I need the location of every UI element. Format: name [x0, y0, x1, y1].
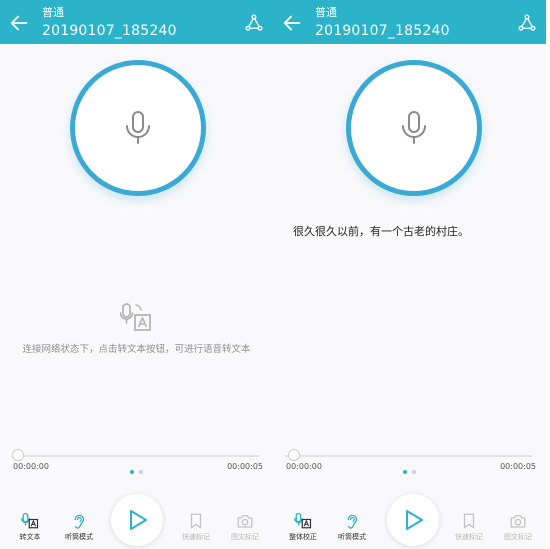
- recording-title: 20190107_185240: [315, 23, 450, 39]
- ear-icon: [347, 514, 358, 529]
- quick-mark-button[interactable]: 快速标记: [172, 512, 220, 542]
- transcript-text[interactable]: 很久很久以前，有一个古老的村庄。: [293, 223, 469, 239]
- app-header: 普通 20190107_185240: [0, 0, 273, 44]
- share-icon[interactable]: [245, 14, 263, 32]
- play-button[interactable]: [387, 494, 439, 546]
- tool-label: 听筒模式: [338, 533, 366, 541]
- app-screens: 普通 20190107_185240 连接网络状态下，点击转文本按钮，可进行语音…: [0, 0, 550, 549]
- camera-icon: [510, 515, 526, 528]
- bookmark-icon: [463, 513, 475, 529]
- page-dot-active: [130, 470, 134, 474]
- recording-screen-right: 普通 20190107_185240 很久很久以前，有一个古老的村庄。 00:0…: [273, 0, 546, 549]
- play-icon: [130, 510, 147, 530]
- convert-hint-text: 连接网络状态下，点击转文本按钮，可进行语音转文本: [22, 344, 251, 355]
- overall-correction-button[interactable]: 整体校正: [279, 512, 327, 542]
- progress-track[interactable]: [285, 455, 532, 457]
- tool-label: 听筒模式: [65, 533, 93, 541]
- page-indicator: [0, 470, 273, 474]
- speech-to-text-icon: [120, 303, 151, 331]
- back-arrow-icon[interactable]: [8, 12, 30, 34]
- earpiece-mode-button[interactable]: 听筒模式: [55, 512, 103, 542]
- camera-icon: [237, 515, 253, 528]
- progress-knob[interactable]: [288, 449, 300, 461]
- recording-title: 20190107_185240: [42, 23, 177, 39]
- progress-knob[interactable]: [12, 449, 24, 461]
- tool-label: 快速标记: [182, 533, 210, 541]
- recording-type: 普通: [315, 6, 337, 19]
- page-dot: [139, 470, 143, 474]
- ear-icon: [74, 514, 85, 529]
- tool-label: 快速标记: [455, 533, 483, 541]
- microphone-icon: [402, 111, 426, 144]
- back-arrow-icon[interactable]: [281, 12, 303, 34]
- record-visual: [346, 60, 482, 196]
- recording-type: 普通: [42, 6, 64, 19]
- bookmark-icon: [190, 513, 202, 529]
- play-button[interactable]: [111, 494, 163, 546]
- page-indicator: [273, 470, 546, 474]
- photo-mark-button[interactable]: 图文标记: [221, 512, 269, 542]
- earpiece-mode-button[interactable]: 听筒模式: [328, 512, 376, 542]
- progress-track[interactable]: [12, 455, 259, 457]
- photo-mark-button[interactable]: 图文标记: [494, 512, 542, 542]
- recording-screen-left: 普通 20190107_185240 连接网络状态下，点击转文本按钮，可进行语音…: [0, 0, 273, 549]
- page-dot-active: [403, 470, 407, 474]
- speech-to-text-icon: [21, 512, 39, 529]
- quick-mark-button[interactable]: 快速标记: [445, 512, 493, 542]
- speech-to-text-button[interactable]: 转文本: [6, 512, 54, 542]
- tool-label: 图文标记: [504, 533, 532, 541]
- page-dot: [412, 470, 416, 474]
- tool-label: 图文标记: [231, 533, 259, 541]
- microphone-icon: [126, 111, 150, 144]
- tool-label: 转文本: [19, 533, 41, 541]
- speech-to-text-icon: [294, 512, 312, 529]
- app-header: 普通 20190107_185240: [273, 0, 546, 44]
- tool-label: 整体校正: [289, 533, 317, 541]
- record-visual: [70, 60, 206, 196]
- share-icon[interactable]: [518, 14, 536, 32]
- play-icon: [406, 510, 423, 530]
